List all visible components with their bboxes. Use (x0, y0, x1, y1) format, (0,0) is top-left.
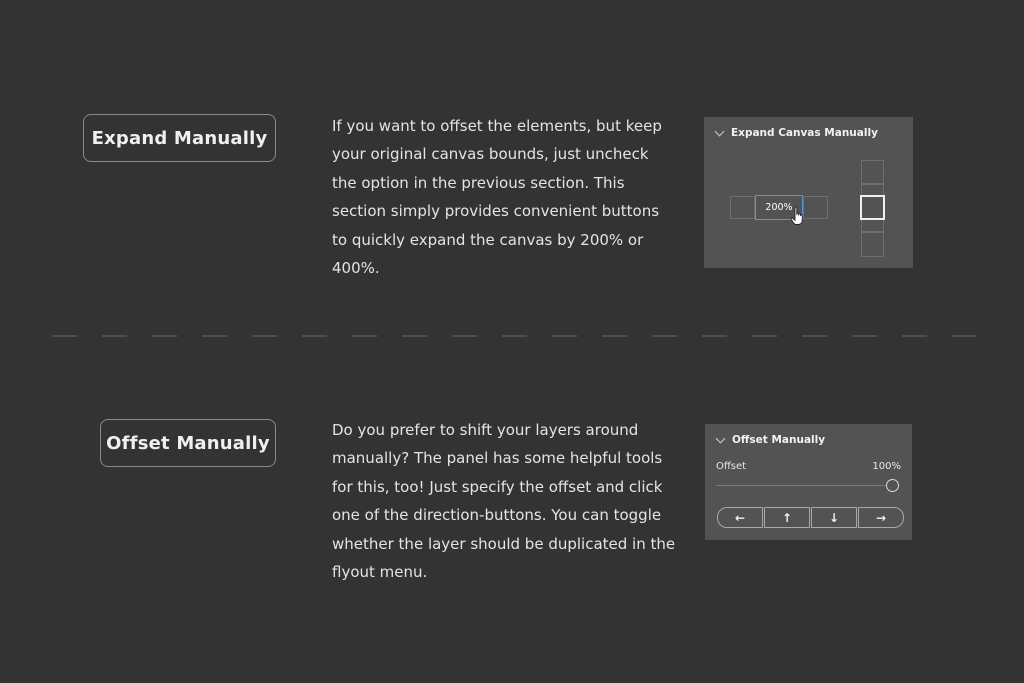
arrow-right-icon: → (875, 510, 887, 525)
offset-manually-label: Offset Manually (100, 419, 276, 467)
arrow-left-icon: ← (734, 510, 746, 525)
expand-panel-header[interactable]: Expand Canvas Manually (714, 126, 878, 139)
hand-cursor-icon (790, 206, 803, 225)
offset-down-button[interactable]: ↓ (811, 507, 857, 528)
chevron-down-icon (714, 126, 725, 137)
offset-manually-description: Do you prefer to shift your layers aroun… (332, 421, 676, 582)
offset-panel: Offset Manually Offset 100% ← ↑ ↓ → (705, 424, 912, 540)
expand-panel-title: Expand Canvas Manually (731, 127, 878, 139)
expand-manually-label: Expand Manually (83, 114, 276, 162)
section-divider (52, 335, 976, 337)
arrow-up-icon: ↑ (781, 510, 793, 525)
expand-right-cell[interactable] (803, 196, 828, 219)
expand-canvas-panel: Expand Canvas Manually 200% (704, 117, 913, 268)
offset-up-button[interactable]: ↑ (764, 507, 810, 528)
offset-right-button[interactable]: → (858, 507, 904, 528)
offset-slider-thumb[interactable] (885, 479, 899, 492)
vertical-divider (862, 183, 883, 185)
offset-label: Offset (716, 461, 747, 472)
vertical-divider (862, 231, 883, 233)
offset-panel-title: Offset Manually (732, 434, 826, 446)
expand-left-cell[interactable] (730, 196, 755, 219)
offset-value: 100% (872, 461, 901, 472)
direction-buttons: ← ↑ ↓ → (717, 507, 904, 528)
offset-slider-track[interactable] (716, 485, 891, 486)
canvas-anchor-box[interactable] (860, 195, 885, 220)
offset-left-button[interactable]: ← (717, 507, 763, 528)
chevron-down-icon (715, 433, 726, 444)
expand-manually-description: If you want to offset the elements, but … (332, 117, 662, 278)
arrow-down-icon: ↓ (828, 510, 840, 525)
offset-panel-header[interactable]: Offset Manually (715, 433, 826, 446)
